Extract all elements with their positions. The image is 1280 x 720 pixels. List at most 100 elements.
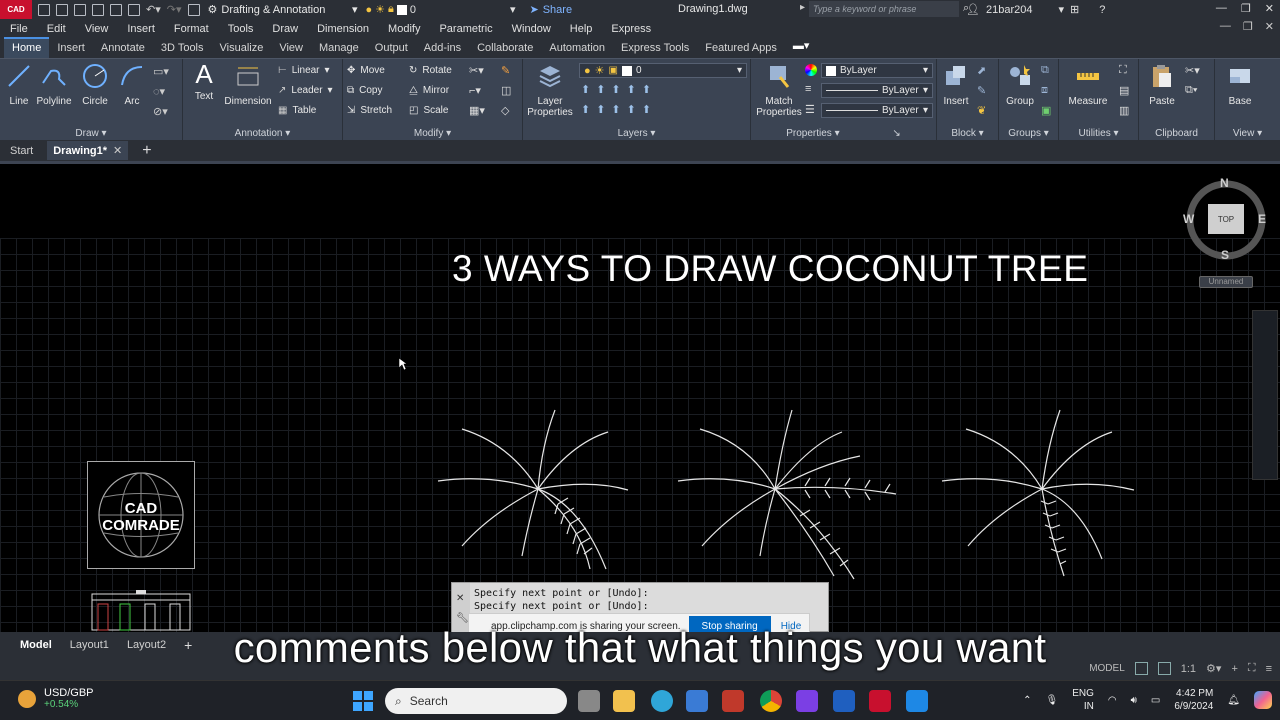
stretch-tool[interactable]: ⇲ Stretch (347, 105, 392, 116)
tab-express-tools[interactable]: Express Tools (613, 39, 697, 58)
new-tab-icon[interactable]: + (142, 142, 151, 160)
wrench-icon[interactable]: 🔧︎ (456, 613, 469, 624)
menu-help[interactable]: Help (570, 23, 593, 35)
arc-tool[interactable]: Arc (116, 63, 148, 107)
color-dropdown[interactable]: ByLayer ▾ (821, 63, 933, 78)
chevron-up-icon[interactable]: ⌃ (1023, 695, 1031, 706)
copilot-icon[interactable] (1254, 691, 1272, 709)
panel-title-groups[interactable]: Groups ▾ (999, 128, 1058, 139)
compass-east[interactable]: E (1258, 212, 1266, 226)
notification-bell-icon[interactable]: 🔔︎ (1227, 695, 1240, 706)
close-icon[interactable]: ✕ (456, 593, 464, 604)
menu-modify[interactable]: Modify (388, 23, 420, 35)
language-indicator[interactable]: ENG IN (1072, 687, 1094, 713)
array-icon[interactable]: ▦▾ (469, 104, 485, 117)
scale-tool[interactable]: ◰ Scale (409, 105, 448, 116)
currency-widget[interactable]: USD/GBP +0.54% (18, 687, 94, 710)
group-tool[interactable]: Group (1001, 63, 1039, 107)
menu-file[interactable]: File (10, 23, 28, 35)
share-button[interactable]: ➤ Share (530, 3, 573, 17)
rotate-tool[interactable]: ↻ Rotate (409, 65, 452, 76)
panel-title-clipboard[interactable]: Clipboard (1139, 128, 1214, 139)
tab-start[interactable]: Start (10, 145, 33, 157)
save-as-icon[interactable] (92, 3, 104, 16)
edge-icon[interactable] (651, 690, 673, 712)
windows-start-icon[interactable] (353, 691, 373, 711)
id-point-icon[interactable]: ▥ (1119, 104, 1129, 117)
menu-draw[interactable]: Draw (272, 23, 298, 35)
match-properties-tool[interactable]: Match Properties (755, 63, 803, 118)
new-file-icon[interactable] (38, 3, 50, 16)
file-explorer-icon[interactable] (613, 690, 635, 712)
store-icon[interactable] (686, 690, 708, 712)
explode-icon[interactable]: ◇ (501, 104, 509, 117)
paste-tool[interactable]: Paste (1145, 63, 1179, 107)
leader-tool[interactable]: ↗ Leader ▾ (278, 85, 333, 96)
web-mobile-icon[interactable] (110, 3, 122, 16)
redo-icon[interactable]: ↷▾ (167, 3, 182, 16)
edit-block-icon[interactable]: ✎ (977, 84, 986, 97)
tab-annotate[interactable]: Annotate (93, 39, 153, 58)
compass-south[interactable]: S (1221, 248, 1229, 262)
polyline-tool[interactable]: Polyline (34, 63, 74, 107)
task-view-icon[interactable] (578, 690, 600, 712)
clock[interactable]: 4:42 PM 6/9/2024 (1174, 687, 1213, 713)
clipchamp-icon[interactable] (796, 690, 818, 712)
tab-drawing1[interactable]: Drawing1* ✕ (47, 141, 129, 160)
menu-tools[interactable]: Tools (228, 23, 254, 35)
menu-insert[interactable]: Insert (127, 23, 155, 35)
close-icon[interactable]: ✕ (113, 144, 122, 157)
compass-north[interactable]: N (1220, 176, 1229, 190)
copy-clip-icon[interactable]: ⧉▾ (1185, 84, 1197, 97)
panel-title-draw[interactable]: Draw ▾ (0, 128, 182, 139)
close-icon[interactable]: ✕ (1265, 2, 1274, 15)
menu-window[interactable]: Window (512, 23, 551, 35)
tab-output[interactable]: Output (367, 39, 416, 58)
workspace-switcher[interactable]: ⚙ Drafting & Annotation ▾ (208, 3, 358, 17)
chevron-right-icon[interactable]: ▸ (800, 2, 805, 13)
create-block-icon[interactable]: ⬈ (977, 64, 986, 77)
taskbar-search[interactable]: ⌕ Search (385, 688, 567, 714)
tab-add-ins[interactable]: Add-ins (416, 39, 469, 58)
dimension-tool[interactable]: Dimension (221, 63, 275, 107)
menu-view[interactable]: View (85, 23, 109, 35)
insert-block-tool[interactable]: Insert (939, 63, 973, 107)
layer-properties-tool[interactable]: Layer Properties (527, 63, 573, 118)
panel-title-properties[interactable]: Properties ▾ ↘ (751, 128, 936, 139)
drawing-canvas[interactable]: 3 WAYS TO DRAW COCONUT TREE CAD COMRADE (0, 164, 1280, 632)
fillet-icon[interactable]: ⌐▾ (469, 84, 481, 97)
viewcube-top-face[interactable]: TOP (1208, 204, 1244, 234)
tab-3d-tools[interactable]: 3D Tools (153, 39, 212, 58)
ungroup-icon[interactable]: ⧉ (1041, 64, 1049, 77)
quick-layer-control[interactable]: ● ☀ 🔒︎ 0 ▾ (366, 3, 516, 16)
table-tool[interactable]: ▦ Table (278, 105, 316, 116)
panel-title-view[interactable]: View ▾ (1215, 128, 1280, 139)
undo-icon[interactable]: ↶▾ (146, 3, 161, 16)
linear-dimension[interactable]: ⊢ Linear ▾ (278, 65, 330, 76)
ucs-menu[interactable]: Unnamed (1199, 276, 1253, 288)
text-tool[interactable]: A Text (189, 61, 219, 102)
panel-title-modify[interactable]: Modify ▾ (343, 128, 522, 139)
cut-icon[interactable]: ✂▾ (1185, 64, 1200, 77)
quick-select-icon[interactable]: ⛶ (1119, 64, 1127, 77)
menu-parametric[interactable]: Parametric (439, 23, 492, 35)
base-view-tool[interactable]: Base (1223, 63, 1257, 107)
lineweight-dropdown[interactable]: ByLayer ▾ (821, 83, 933, 98)
tab-insert[interactable]: Insert (49, 39, 93, 58)
ribbon-toggle-icon[interactable]: ▬▾ (793, 39, 810, 52)
app-icon[interactable] (906, 690, 928, 712)
calculator-icon[interactable]: ▤ (1119, 84, 1129, 97)
panel-title-annotation[interactable]: Annotation ▾ (183, 128, 342, 139)
offset-icon[interactable]: ◫ (501, 84, 511, 97)
attributes-icon[interactable]: ❦ (977, 104, 986, 117)
app-logo[interactable]: CAD (0, 0, 32, 19)
wifi-icon[interactable]: ◠ (1108, 695, 1117, 706)
hatch-icon[interactable]: ◌▾ (153, 85, 165, 98)
menu-express[interactable]: Express (611, 23, 651, 35)
trim-icon[interactable]: ✂▾ (469, 64, 484, 77)
restore-icon[interactable]: ❐ (1243, 20, 1253, 33)
minimize-icon[interactable]: — (1220, 20, 1231, 33)
mail-icon[interactable] (833, 690, 855, 712)
battery-icon[interactable]: ▭ (1151, 695, 1160, 706)
menu-edit[interactable]: Edit (47, 23, 66, 35)
